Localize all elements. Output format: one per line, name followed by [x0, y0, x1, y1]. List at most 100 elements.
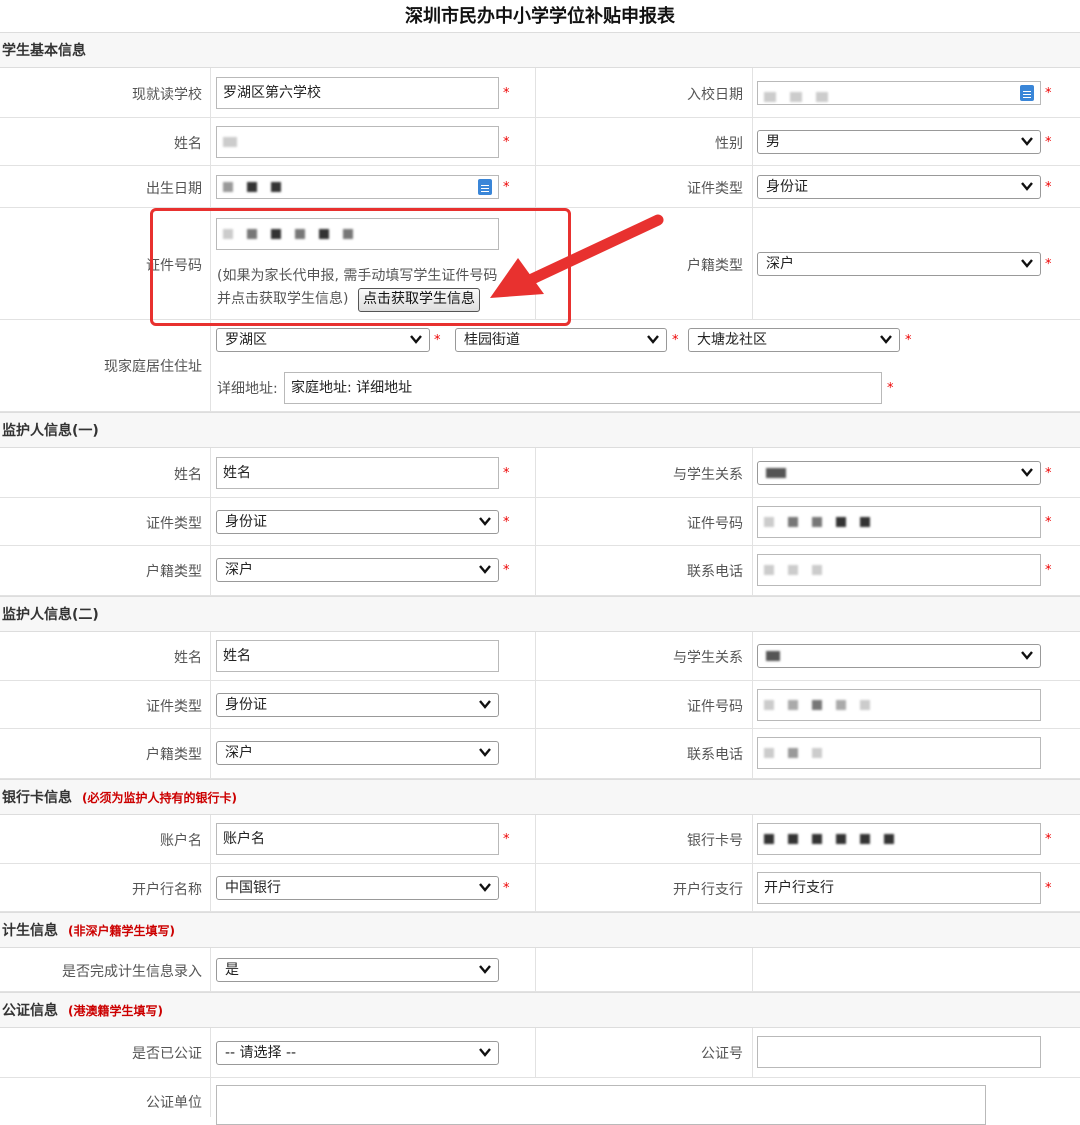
g2-name-input[interactable]: 姓名: [216, 640, 499, 672]
section-student: 学生基本信息: [0, 32, 1080, 68]
card-number-input[interactable]: [757, 823, 1041, 855]
notary-unit-label: 公证单位: [146, 1095, 202, 1111]
family-planning-label: 是否完成计生信息录入: [62, 964, 202, 980]
community-select[interactable]: 大塘龙社区: [688, 328, 900, 352]
g2-hukou-select[interactable]: 深户: [216, 741, 499, 765]
account-name-label: 账户名: [160, 833, 202, 849]
g1-phone-input[interactable]: [757, 554, 1041, 586]
required-mark: *: [1045, 832, 1052, 847]
required-mark: *: [1045, 881, 1052, 896]
school-input[interactable]: 罗湖区第六学校: [216, 77, 499, 109]
branch-label: 开户行支行: [673, 882, 743, 898]
detail-address-input[interactable]: 家庭地址: 详细地址: [284, 372, 882, 404]
row-g2-hukou: 户籍类型 深户 联系电话: [0, 729, 1080, 779]
page-title: 深圳市民办中小学学位补贴申报表: [405, 6, 675, 27]
chevron-down-icon: [1020, 256, 1034, 270]
chevron-down-icon: [478, 880, 492, 894]
notarized-select[interactable]: -- 请选择 --: [216, 1041, 499, 1065]
gender-label: 性别: [715, 136, 743, 152]
arrow-annotation: [490, 214, 664, 298]
row-address: 现家庭居住住址 罗湖区 * 桂园街道 * 大塘龙社区 * 详细地址: 家庭地址:…: [0, 320, 1080, 412]
chevron-down-icon: [1020, 134, 1034, 148]
calendar-icon[interactable]: [1020, 85, 1034, 101]
row-bank-account: 账户名 账户名 * 银行卡号 *: [0, 815, 1080, 864]
id-type-label: 证件类型: [687, 181, 743, 197]
required-mark: *: [1045, 466, 1052, 481]
row-g1-name: 姓名 姓名 * 与学生关系 *: [0, 448, 1080, 498]
chevron-down-icon: [879, 332, 893, 346]
notarized-label: 是否已公证: [132, 1046, 202, 1062]
row-bank-name: 开户行名称 中国银行 * 开户行支行 开户行支行 *: [0, 864, 1080, 912]
g1-relation-label: 与学生关系: [673, 467, 743, 483]
g1-hukou-select[interactable]: 深户: [216, 558, 499, 582]
g1-name-input[interactable]: 姓名: [216, 457, 499, 489]
g2-phone-input[interactable]: [757, 737, 1041, 769]
birth-date-label: 出生日期: [146, 181, 202, 197]
student-name-label: 姓名: [174, 136, 202, 152]
required-mark: *: [503, 515, 510, 530]
row-g2-name: 姓名 姓名 与学生关系: [0, 632, 1080, 681]
enroll-date-input[interactable]: [757, 81, 1041, 105]
row-birth: 出生日期 * 证件类型 身份证 *: [0, 166, 1080, 208]
g1-name-label: 姓名: [174, 467, 202, 483]
chevron-down-icon: [478, 1045, 492, 1059]
student-name-input[interactable]: [216, 126, 499, 158]
address-label: 现家庭居住住址: [104, 359, 202, 375]
required-mark: *: [672, 333, 679, 348]
school-label: 现就读学校: [132, 87, 202, 103]
row-g2-id: 证件类型 身份证 证件号码: [0, 681, 1080, 729]
required-mark: *: [1045, 515, 1052, 530]
id-type-select[interactable]: 身份证: [757, 175, 1041, 199]
notary-number-label: 公证号: [701, 1046, 743, 1062]
account-name-input[interactable]: 账户名: [216, 823, 499, 855]
g1-hukou-label: 户籍类型: [146, 564, 202, 580]
required-mark: *: [1045, 135, 1052, 150]
g1-idno-label: 证件号码: [687, 516, 743, 532]
notary-unit-input[interactable]: [216, 1085, 986, 1125]
g2-idno-input[interactable]: [757, 689, 1041, 721]
required-mark: *: [503, 881, 510, 896]
street-select[interactable]: 桂园街道: [455, 328, 667, 352]
required-mark: *: [1045, 257, 1052, 272]
required-mark: *: [503, 135, 510, 150]
birth-date-input[interactable]: [216, 175, 499, 199]
required-mark: *: [1045, 86, 1052, 101]
bank-note: (必须为监护人持有的银行卡): [82, 791, 237, 805]
section-guardian-2: 监护人信息(二): [0, 596, 1080, 632]
branch-input[interactable]: 开户行支行: [757, 872, 1041, 904]
g2-relation-select[interactable]: [757, 644, 1041, 668]
required-mark: *: [434, 333, 441, 348]
hukou-type-select[interactable]: 深户: [757, 252, 1041, 276]
bank-name-select[interactable]: 中国银行: [216, 876, 499, 900]
required-mark: *: [905, 333, 912, 348]
g1-idtype-select[interactable]: 身份证: [216, 510, 499, 534]
required-mark: *: [503, 832, 510, 847]
g2-name-label: 姓名: [174, 650, 202, 666]
row-name: 姓名 * 性别 男 *: [0, 118, 1080, 166]
district-select[interactable]: 罗湖区: [216, 328, 430, 352]
row-notary-unit: 公证单位: [0, 1078, 1080, 1125]
g2-idtype-select[interactable]: 身份证: [216, 693, 499, 717]
row-g1-id: 证件类型 身份证 * 证件号码 *: [0, 498, 1080, 546]
notary-number-input[interactable]: [757, 1036, 1041, 1068]
chevron-down-icon: [409, 332, 423, 346]
required-mark: *: [503, 86, 510, 101]
chevron-down-icon: [1020, 465, 1034, 479]
calendar-icon[interactable]: [478, 179, 492, 195]
enroll-date-label: 入校日期: [687, 87, 743, 103]
bank-name-label: 开户行名称: [132, 882, 202, 898]
required-mark: *: [1045, 180, 1052, 195]
chevron-down-icon: [478, 697, 492, 711]
g1-idno-input[interactable]: [757, 506, 1041, 538]
required-mark: *: [503, 180, 510, 195]
g1-idtype-label: 证件类型: [146, 516, 202, 532]
required-mark: *: [503, 563, 510, 578]
row-notary: 是否已公证 -- 请选择 -- 公证号: [0, 1028, 1080, 1078]
gender-select[interactable]: 男: [757, 130, 1041, 154]
family-planning-select[interactable]: 是: [216, 958, 499, 982]
chevron-down-icon: [1020, 179, 1034, 193]
g2-idno-label: 证件号码: [687, 699, 743, 715]
g1-relation-select[interactable]: [757, 461, 1041, 485]
required-mark: *: [887, 381, 894, 396]
chevron-down-icon: [646, 332, 660, 346]
